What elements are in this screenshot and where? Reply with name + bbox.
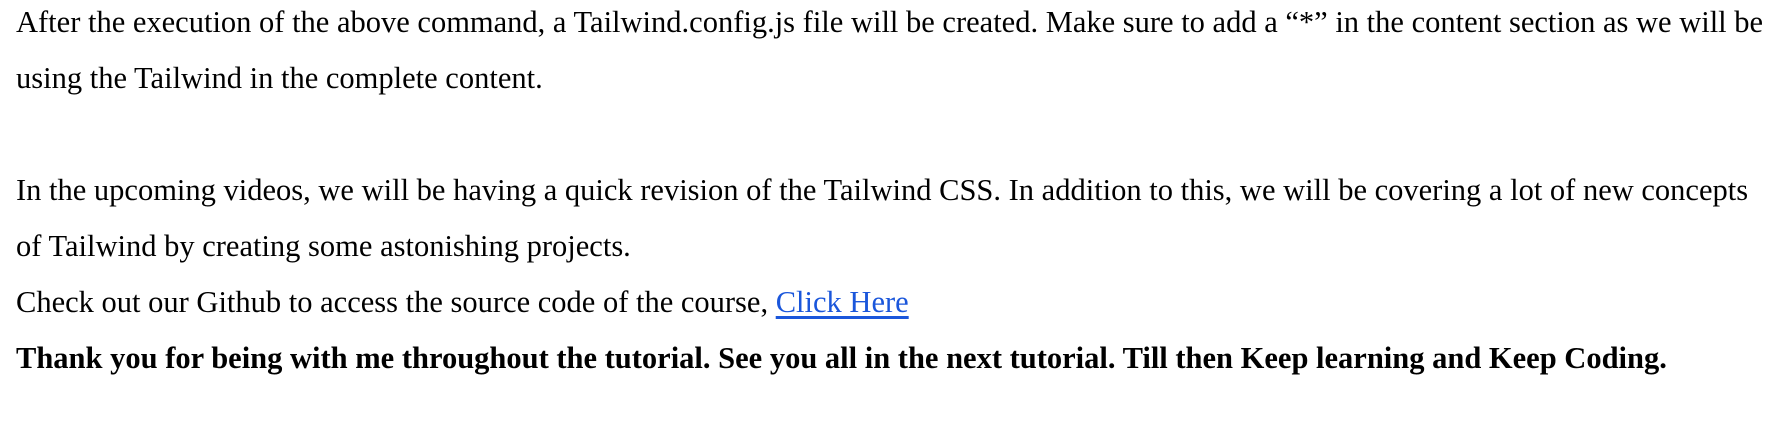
paragraph-github-source: Check out our Github to access the sourc… — [16, 274, 1772, 330]
article-content: After the execution of the above command… — [0, 0, 1788, 386]
paragraph-thank-you: Thank you for being with me throughout t… — [16, 341, 1667, 375]
paragraph-upcoming-videos: In the upcoming videos, we will be havin… — [16, 173, 1749, 263]
click-here-link[interactable]: Click Here — [776, 285, 909, 319]
paragraph-config-instructions: After the execution of the above command… — [16, 5, 1764, 95]
github-source-text: Check out our Github to access the sourc… — [16, 285, 776, 319]
